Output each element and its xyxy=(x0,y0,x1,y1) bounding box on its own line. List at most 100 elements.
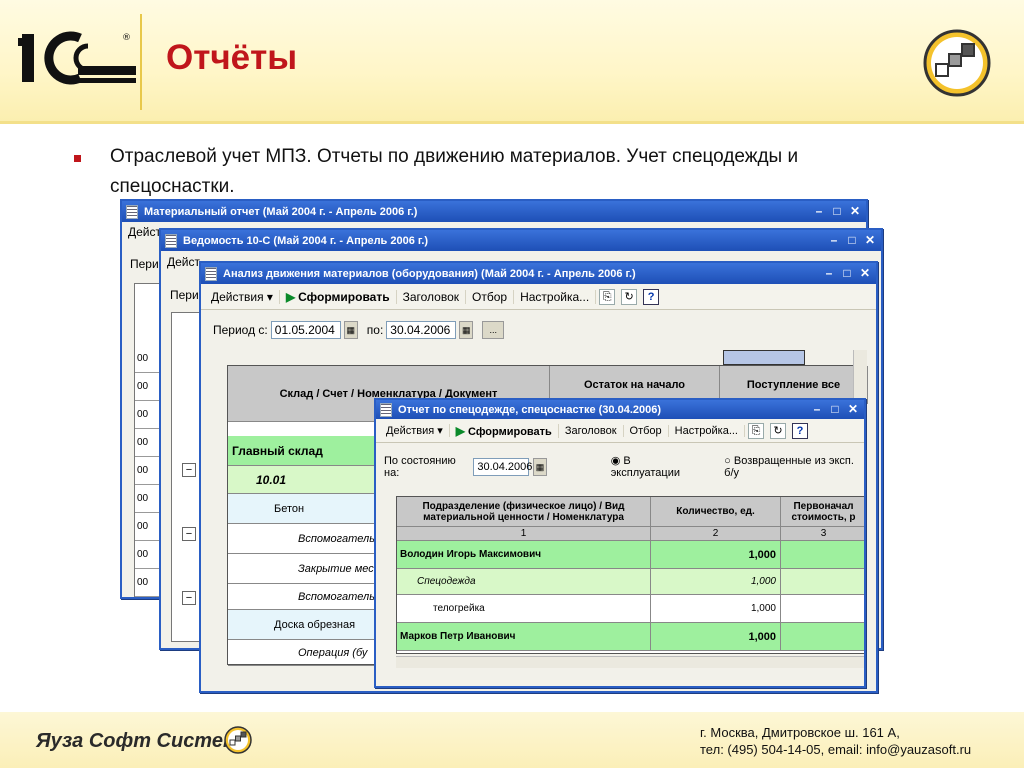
column-number: 3 xyxy=(781,527,864,541)
address-line: г. Москва, Дмитровское ш. 161 А, xyxy=(700,725,900,740)
close-icon[interactable]: ✕ xyxy=(858,266,872,281)
calendar-icon[interactable]: ▦ xyxy=(533,457,547,476)
play-icon: ▶ xyxy=(455,423,466,438)
quantity-cell: 1,000 xyxy=(651,595,781,623)
table-row[interactable]: Спецодежда xyxy=(397,569,651,595)
minimize-icon[interactable]: – xyxy=(812,204,826,219)
close-icon[interactable]: ✕ xyxy=(848,204,862,219)
period-from-input[interactable]: 01.05.2004 xyxy=(270,321,341,339)
help-icon[interactable]: ? xyxy=(792,422,808,439)
document-icon xyxy=(205,266,217,281)
cost-cell xyxy=(781,623,864,651)
window-title: Отчет по спецодежде, спецоснастке (30.04… xyxy=(398,403,662,416)
period-to-label: по: xyxy=(366,323,384,337)
table-row[interactable]: Бетон xyxy=(228,494,378,524)
table-row-fragment: 00 xyxy=(135,346,161,373)
maximize-icon[interactable]: □ xyxy=(828,402,842,417)
menu-actions[interactable]: Дейст xyxy=(128,225,161,239)
collapse-icon[interactable]: − xyxy=(182,463,196,477)
period-to-input[interactable]: 30.04.2006 xyxy=(386,321,457,339)
horizontal-scrollbar[interactable] xyxy=(396,656,864,668)
table-row-fragment: 00 xyxy=(135,514,161,541)
document-icon xyxy=(165,233,177,248)
radio-returned[interactable]: ○ Возвращенные из эксп. б/у xyxy=(724,455,864,479)
close-icon[interactable]: ✕ xyxy=(846,402,860,417)
table-row[interactable]: Главный склад xyxy=(228,436,378,466)
titlebar[interactable]: Отчет по спецодежде, спецоснастке (30.04… xyxy=(376,400,864,419)
calendar-icon[interactable]: ▦ xyxy=(459,321,474,339)
table-row[interactable]: 10.01 xyxy=(228,466,378,494)
state-label: По состоянию на: xyxy=(384,454,456,479)
column-number: 2 xyxy=(651,527,781,541)
table-row[interactable]: телогрейка xyxy=(397,595,651,623)
calendar-icon[interactable]: ▦ xyxy=(343,321,358,339)
contacts-line: тел: (495) 504-14-05, email: info@yauzas… xyxy=(700,742,972,757)
company-logo-icon xyxy=(224,726,252,754)
grid-fragment: 00000000000000000000 xyxy=(134,283,162,599)
table-row-fragment: 00 xyxy=(135,402,161,429)
settings-button[interactable]: Настройка... xyxy=(669,424,745,437)
slide-header: ® Отчёты xyxy=(0,0,1024,124)
header-divider xyxy=(140,14,142,110)
help-icon[interactable]: ? xyxy=(643,288,660,305)
header-button[interactable]: Заголовок xyxy=(397,289,467,304)
company-logo-icon xyxy=(923,29,991,97)
minimize-icon[interactable]: – xyxy=(810,402,824,417)
table-row[interactable]: Операция (бу xyxy=(228,640,378,666)
slide-footer: Яуза Софт Системз г. Москва, Дмитровское… xyxy=(0,712,1024,768)
quantity-cell: 1,000 xyxy=(651,541,781,569)
filter-button[interactable]: Отбор xyxy=(466,289,515,304)
maximize-icon[interactable]: □ xyxy=(830,204,844,219)
generate-button[interactable]: ▶ Сформировать xyxy=(450,423,559,438)
minimize-icon[interactable]: – xyxy=(822,266,836,281)
filter-button[interactable]: Отбор xyxy=(624,424,669,437)
copy-icon[interactable]: ⎘ xyxy=(599,288,616,305)
collapse-icon[interactable]: − xyxy=(182,591,196,605)
titlebar[interactable]: Материальный отчет (Май 2004 г. - Апрель… xyxy=(122,201,866,222)
refresh-icon[interactable]: ↻ xyxy=(621,288,638,305)
minimize-icon[interactable]: – xyxy=(827,233,841,248)
refresh-icon[interactable]: ↻ xyxy=(770,422,786,439)
selected-cell[interactable] xyxy=(723,350,805,365)
column-number: 1 xyxy=(397,527,651,541)
workwear-table: Подразделение (физическое лицо) / Вид ма… xyxy=(396,496,864,654)
close-icon[interactable]: ✕ xyxy=(863,233,877,248)
maximize-icon[interactable]: □ xyxy=(840,266,854,281)
table-row[interactable]: Володин Игорь Максимович xyxy=(397,541,651,569)
titlebar[interactable]: Ведомость 10-С (Май 2004 г. - Апрель 200… xyxy=(161,230,881,251)
table-row[interactable]: Вспомогатель xyxy=(228,584,378,610)
document-icon xyxy=(380,402,392,417)
actions-menu[interactable]: Действия ▾ xyxy=(380,424,450,437)
radio-in-use[interactable]: ◉ В эксплуатации xyxy=(611,454,698,479)
window-title: Ведомость 10-С (Май 2004 г. - Апрель 200… xyxy=(183,234,429,247)
cost-cell xyxy=(781,541,864,569)
window-title: Материальный отчет (Май 2004 г. - Апрель… xyxy=(144,205,418,218)
maximize-icon[interactable]: □ xyxy=(845,233,859,248)
slide-title: Отчёты xyxy=(166,38,298,77)
header-button[interactable]: Заголовок xyxy=(559,424,624,437)
generate-button[interactable]: ▶ Сформировать xyxy=(280,289,397,304)
table-row[interactable]: Вспомогатель xyxy=(228,524,378,554)
cost-cell xyxy=(781,595,864,623)
period-label: Период с: xyxy=(213,323,268,337)
menu-actions[interactable]: Дейст xyxy=(167,255,200,269)
table-row[interactable]: Закрытие мес xyxy=(228,554,378,584)
column-header: Количество, ед. xyxy=(651,497,781,527)
footer-address: г. Москва, Дмитровское ш. 161 А, тел: (4… xyxy=(700,724,971,758)
table-row[interactable]: Доска обрезная xyxy=(228,610,378,640)
actions-menu[interactable]: Действия ▾ xyxy=(205,289,280,304)
document-icon xyxy=(126,204,138,219)
state-row: По состоянию на: 30.04.2006 ▦ ◉ В эксплу… xyxy=(384,454,864,480)
window-workwear-report[interactable]: Отчет по спецодежде, спецоснастке (30.04… xyxy=(374,398,866,688)
period-select-button[interactable]: ... xyxy=(482,321,505,339)
collapse-icon[interactable]: − xyxy=(182,527,196,541)
copy-icon[interactable]: ⎘ xyxy=(748,422,764,439)
settings-button[interactable]: Настройка... xyxy=(514,289,597,304)
toolbar: Действия ▾ ▶ Сформировать Заголовок Отбор… xyxy=(201,284,876,310)
table-row-fragment: 00 xyxy=(135,598,161,599)
play-icon: ▶ xyxy=(285,289,296,304)
state-date-input[interactable]: 30.04.2006 xyxy=(473,457,532,476)
table-row[interactable]: Марков Петр Иванович xyxy=(397,623,651,651)
titlebar[interactable]: Анализ движения материалов (оборудования… xyxy=(201,263,876,284)
column-header: Подразделение (физическое лицо) / Вид ма… xyxy=(397,497,651,527)
